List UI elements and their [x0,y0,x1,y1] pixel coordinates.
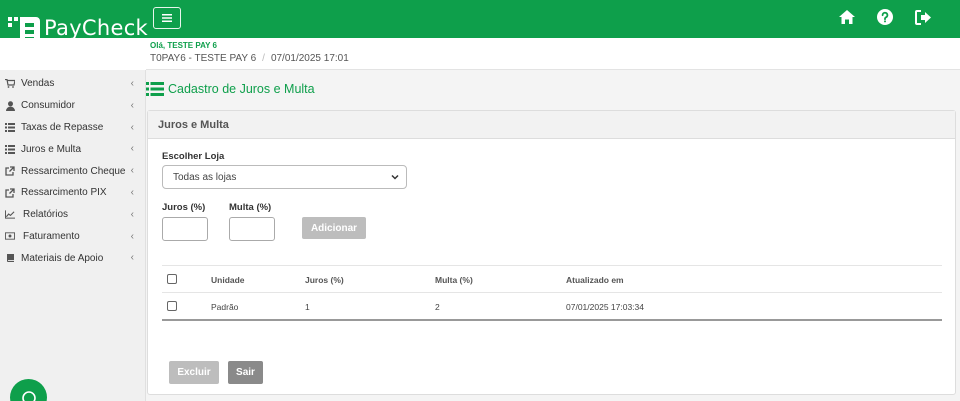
cell-atualizado: 07/01/2025 17:03:34 [566,302,644,312]
logout-icon [914,9,931,25]
table-row[interactable]: Padrão 1 2 07/01/2025 17:03:34 [162,293,942,321]
cart-icon [5,79,15,89]
sidebar-item-label: Consumidor [21,100,75,112]
help-icon [877,9,893,25]
chevron-left-icon: ‹ [130,186,134,198]
juros-input[interactable] [162,217,208,241]
store-select[interactable]: Todas as lojas [162,165,407,189]
cell-unidade: Padrão [211,302,239,312]
page-title-text: Cadastro de Juros e Multa [168,82,315,96]
sidebar-item-label: Faturamento [23,230,80,242]
store-name: T0PAY6 - TESTE PAY 6 [150,53,257,64]
sidebar-item-ressarcimento-cheque[interactable]: Ressarcimento Cheque ‹ [0,160,146,182]
chevron-down-icon [391,174,399,180]
sidebar: Vendas ‹ Consumidor ‹ Taxas de Repasse ‹… [0,38,146,401]
cell-juros: 1 [305,302,310,312]
delete-button[interactable]: Excluir [169,361,219,384]
money-icon [5,231,15,241]
book-icon [5,253,15,263]
select-all-checkbox[interactable] [167,274,177,284]
line-chart-icon [5,210,15,220]
list-icon [5,122,15,132]
list-icon [146,82,164,96]
sidebar-item-label: Relatórios [23,209,69,221]
store-label: Escolher Loja [162,151,225,162]
store-select-value: Todas as lojas [173,171,237,183]
external-link-icon [5,188,15,198]
sidebar-item-label: Ressarcimento PIX [21,187,107,199]
current-datetime: 07/01/2025 17:01 [270,53,349,64]
exit-button[interactable]: Sair [228,361,263,384]
breadcrumb-separator: / [262,53,265,64]
chevron-left-icon: ‹ [130,230,134,242]
chevron-left-icon: ‹ [130,208,134,220]
menu-toggle-button[interactable] [153,7,181,29]
top-actions [838,8,932,26]
col-juros: Juros (%) [305,275,344,285]
col-unidade: Unidade [211,275,245,285]
home-button[interactable] [838,8,856,26]
cell-multa: 2 [435,302,440,312]
sidebar-item-label: Ressarcimento Cheque [21,165,126,177]
sidebar-item-faturamento[interactable]: Faturamento ‹ [0,226,146,248]
chevron-left-icon: ‹ [130,99,134,111]
external-link-icon [5,166,15,176]
sidebar-item-label: Taxas de Repasse [21,121,104,133]
user-icon [5,100,15,111]
sidebar-header-spacer [0,38,146,70]
panel-title: Juros e Multa [148,111,955,139]
juros-multa-table: Unidade Juros (%) Multa (%) Atualizado e… [162,265,942,321]
user-info-bar: Olá, TESTE PAY 6 T0PAY6 - TESTE PAY 6 / 07… [146,38,960,70]
chevron-left-icon: ‹ [130,165,134,177]
col-multa: Multa (%) [435,275,473,285]
sidebar-item-label: Vendas [21,78,55,90]
chat-icon [21,390,36,401]
chevron-left-icon: ‹ [130,121,134,133]
table-header: Unidade Juros (%) Multa (%) Atualizado e… [162,265,942,293]
sidebar-item-ressarcimento-pix[interactable]: Ressarcimento PIX ‹ [0,182,146,204]
sidebar-menu: Vendas ‹ Consumidor ‹ Taxas de Repasse ‹… [0,73,146,269]
sidebar-item-label: Juros e Multa [21,143,82,155]
multa-input[interactable] [229,217,275,241]
juros-multa-panel: Juros e Multa Escolher Loja Todas as loj… [147,110,956,395]
greeting: Olá, TESTE PAY 6 [150,41,217,50]
col-atualizado: Atualizado em [566,275,624,285]
add-button[interactable]: Adicionar [302,217,366,239]
sidebar-item-relatorios[interactable]: Relatórios ‹ [0,204,146,226]
list-icon [5,144,15,154]
home-icon [839,10,855,24]
chevron-left-icon: ‹ [130,143,134,155]
page-title: Cadastro de Juros e Multa [146,82,315,96]
chevron-left-icon: ‹ [130,252,134,264]
sidebar-item-label: Materiais de Apoio [21,252,104,264]
row-checkbox[interactable] [167,301,177,311]
sidebar-item-taxas-de-repasse[interactable]: Taxas de Repasse ‹ [0,117,146,139]
multa-label: Multa (%) [229,202,272,213]
logout-button[interactable] [914,8,932,26]
app-name: PayCheck [44,16,149,40]
top-navbar: PayCheck [0,0,960,44]
hamburger-icon [162,14,172,22]
sidebar-item-vendas[interactable]: Vendas ‹ [0,73,146,95]
sidebar-item-consumidor[interactable]: Consumidor ‹ [0,95,146,117]
sidebar-item-materiais-de-apoio[interactable]: Materiais de Apoio ‹ [0,247,146,269]
sidebar-item-juros-e-multa[interactable]: Juros e Multa ‹ [0,138,146,160]
store-breadcrumb: T0PAY6 - TESTE PAY 6 / 07/01/2025 17:01 [150,53,349,64]
help-button[interactable] [876,8,894,26]
juros-label: Juros (%) [162,202,206,213]
chevron-left-icon: ‹ [130,78,134,89]
